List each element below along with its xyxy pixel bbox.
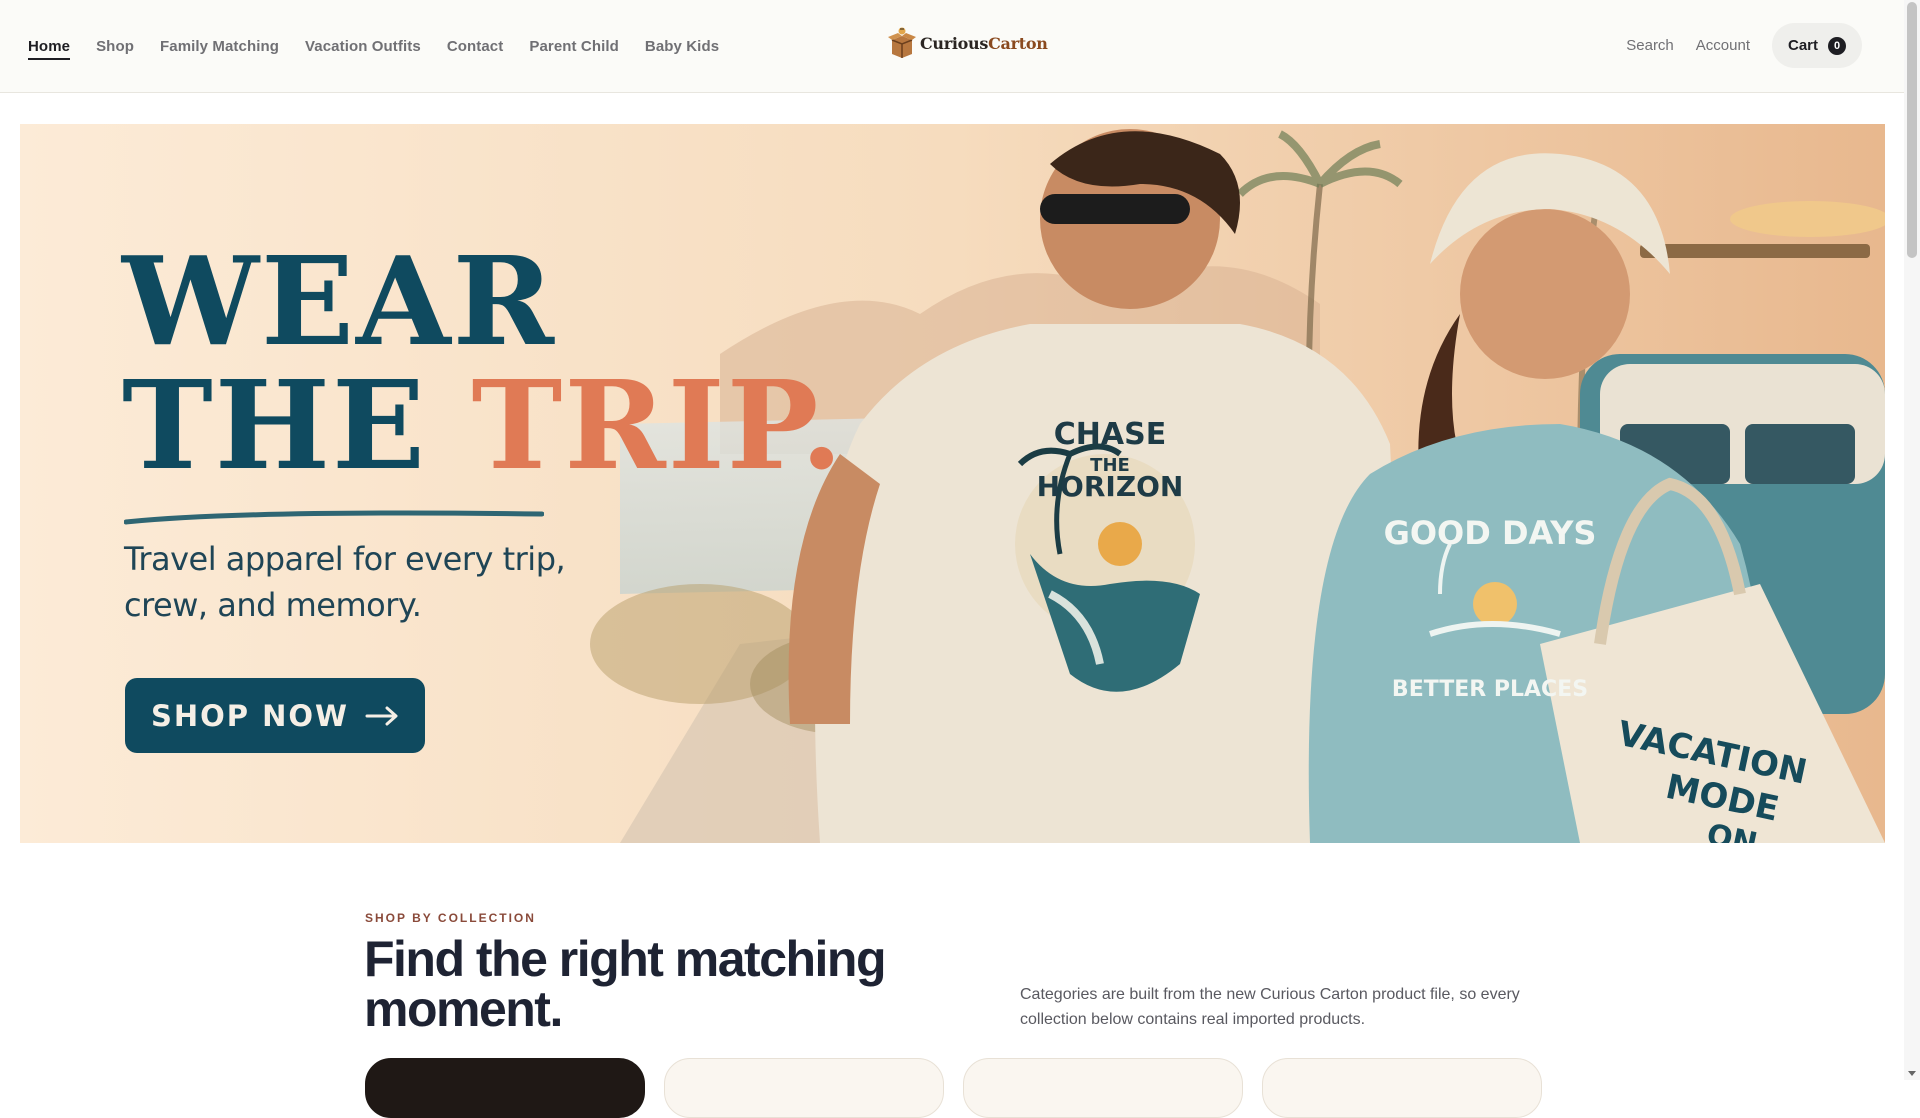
cart-button[interactable]: Cart 0	[1771, 23, 1862, 68]
nav-vacation-outfits[interactable]: Vacation Outfits	[305, 38, 421, 60]
logo-wordmark: CuriousCarton	[920, 34, 1048, 53]
brush-underline-decoration	[124, 510, 544, 525]
carton-logo-icon	[888, 27, 916, 58]
hero-banner[interactable]: CHASE THE HORIZON GOOD DAYS BETTER PLACE…	[20, 124, 1885, 843]
collection-card[interactable]	[1262, 1058, 1542, 1118]
main-nav: Home Shop Family Matching Vacation Outfi…	[28, 38, 719, 60]
hero-headline-line2: THE TRIP.	[122, 363, 845, 487]
nav-baby-kids[interactable]: Baby Kids	[645, 38, 719, 60]
nav-parent-child[interactable]: Parent Child	[529, 38, 619, 60]
page-scrollbar[interactable]	[1904, 0, 1920, 1080]
search-link[interactable]: Search	[1626, 37, 1674, 54]
collection-card[interactable]	[963, 1058, 1243, 1118]
nav-contact[interactable]: Contact	[447, 38, 504, 60]
section-eyebrow: SHOP BY COLLECTION	[365, 911, 536, 925]
hero-headline: WEAR THE TRIP.	[122, 239, 845, 487]
logo-text-carton: Carton	[988, 33, 1048, 53]
collection-card[interactable]	[365, 1058, 645, 1118]
scrollbar-thumb[interactable]	[1907, 2, 1917, 258]
collection-card[interactable]	[664, 1058, 944, 1118]
nav-shop[interactable]: Shop	[96, 38, 134, 60]
shop-now-label: SHOP NOW	[150, 698, 350, 733]
nav-home[interactable]: Home	[28, 38, 71, 60]
hero-headline-the: THE	[122, 353, 472, 497]
hero-headline-line1: WEAR	[122, 229, 557, 373]
account-link[interactable]: Account	[1696, 37, 1750, 54]
cart-count-badge: 0	[1828, 36, 1846, 55]
site-header: Home Shop Family Matching Vacation Outfi…	[0, 0, 1904, 93]
collection-cards	[365, 1058, 1542, 1118]
arrow-right-icon	[365, 706, 398, 725]
cart-label: Cart	[1787, 37, 1818, 54]
logo-text-curious: Curious	[920, 33, 989, 53]
shirt-text-better-places: BETTER PLACES	[1392, 677, 1588, 702]
site-logo[interactable]: CuriousCarton	[888, 26, 1048, 60]
shop-now-button[interactable]: SHOP NOW	[125, 678, 425, 753]
shirt-text-horizon: HORIZON	[1037, 470, 1184, 503]
section-title: Find the right matching moment.	[364, 931, 887, 1037]
scroll-down-arrow-icon[interactable]	[1908, 1071, 1916, 1076]
shirt-text-good-days: GOOD DAYS	[1384, 514, 1597, 552]
shirt-text-chase: CHASE	[1054, 417, 1166, 452]
nav-family-matching[interactable]: Family Matching	[160, 38, 279, 60]
header-actions: Search Account Cart 0	[1626, 23, 1862, 68]
section-description: Categories are built from the new Curiou…	[1020, 986, 1520, 1028]
hero-headline-trip: TRIP.	[471, 353, 845, 497]
hero-subtitle: Travel apparel for every trip, crew, and…	[124, 540, 566, 624]
